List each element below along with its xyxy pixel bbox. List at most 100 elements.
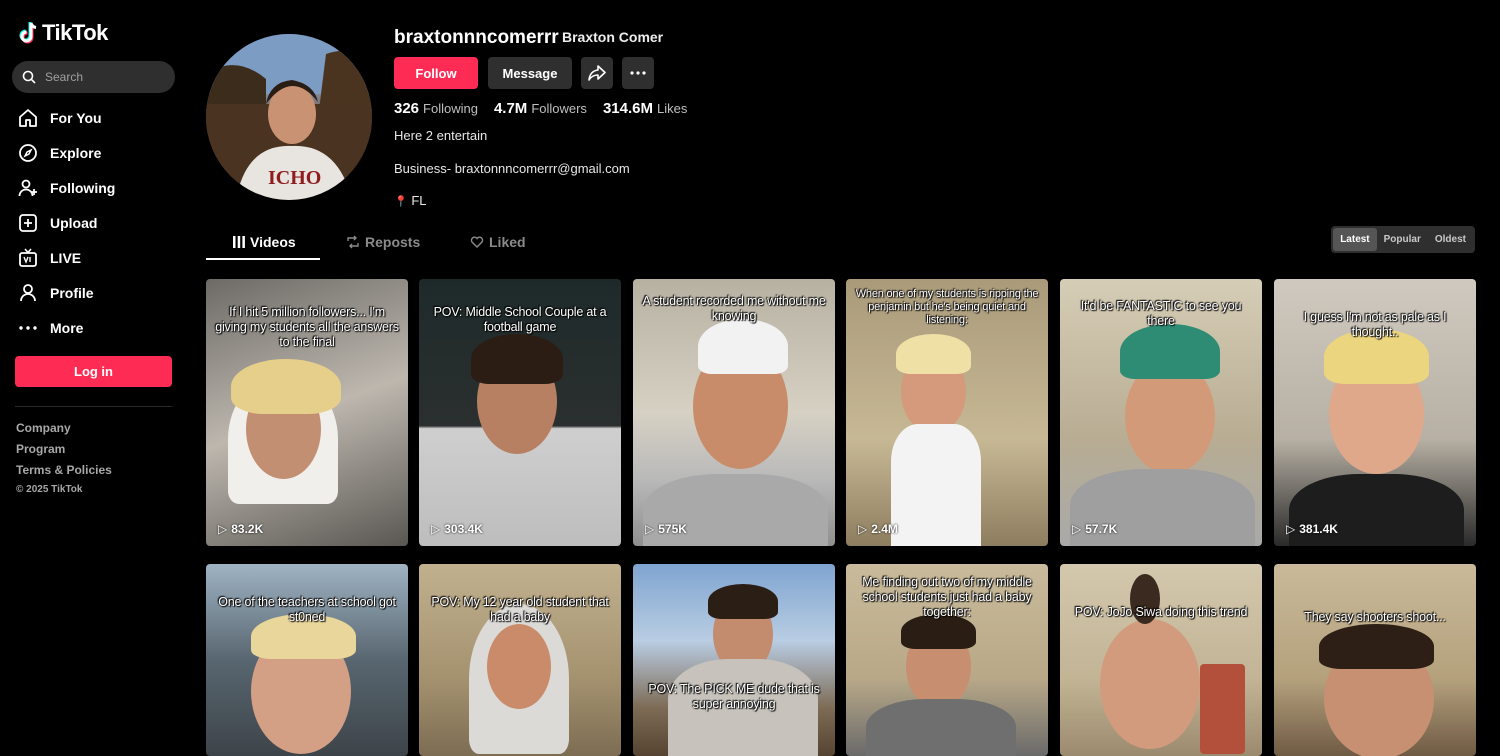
video-caption: I guess I'm not as pale as I thought.. xyxy=(1303,310,1447,339)
video-thumbnail-cap xyxy=(698,319,788,374)
nav-more[interactable]: More xyxy=(18,310,178,345)
nav-label: Profile xyxy=(50,284,94,301)
sort-latest[interactable]: Latest xyxy=(1333,228,1377,251)
nav-label: More xyxy=(50,319,84,336)
nav-for-you[interactable]: For You xyxy=(18,100,178,135)
plus-square-icon xyxy=(19,213,37,232)
video-card[interactable]: If I hit 5 million followers... I'm givi… xyxy=(206,279,408,546)
view-count: 83.2K xyxy=(231,522,264,536)
video-card[interactable]: It'd be FANTASTIC to see you there ▷ 57.7… xyxy=(1060,279,1262,546)
tiktok-logo[interactable]: TikTok xyxy=(18,20,108,46)
video-thumbnail-face xyxy=(487,624,551,709)
video-thumbnail-hair xyxy=(231,359,341,414)
nav-label: For You xyxy=(50,109,102,126)
video-card[interactable]: POV: The PICK ME dude that is super anno… xyxy=(633,564,835,756)
video-thumbnail-tank xyxy=(891,424,981,546)
repost-icon xyxy=(347,235,359,249)
video-views: ▷ 381.4K xyxy=(1286,522,1338,536)
tiktok-note-icon xyxy=(19,22,37,44)
followers-count: 4.7M xyxy=(493,100,528,117)
likes-stat: 314.6M Likes xyxy=(603,100,687,118)
ellipsis-icon xyxy=(19,325,37,330)
likes-count: 314.6M xyxy=(602,100,653,117)
tv-icon xyxy=(19,247,37,267)
sort-oldest[interactable]: Oldest xyxy=(1428,228,1473,251)
nav-following[interactable]: Following xyxy=(18,170,178,205)
video-card[interactable]: A student recorded me without me knowing… xyxy=(633,279,835,546)
profile-avatar[interactable]: ICHO xyxy=(206,34,372,200)
nav-live[interactable]: LIVE xyxy=(18,240,178,275)
active-tab-indicator xyxy=(206,258,320,260)
video-views: ▷ 575K xyxy=(645,522,687,536)
location-text: FL xyxy=(411,193,427,208)
following-stat[interactable]: 326 Following xyxy=(394,100,478,118)
video-caption: Me finding out two of my middle school s… xyxy=(862,575,1032,619)
bio-location: 📍 FL xyxy=(394,193,427,208)
profile-tabs: Videos Reposts Liked Latest Popular Olde… xyxy=(206,226,1475,260)
location-pin-icon: 📍 xyxy=(394,196,408,208)
video-caption: POV: My 12 year old student that had a b… xyxy=(431,595,609,624)
view-count: 381.4K xyxy=(1299,522,1338,536)
play-icon: ▷ xyxy=(858,522,868,536)
footer-link-program[interactable]: Program xyxy=(16,442,112,463)
search-box[interactable] xyxy=(12,61,175,93)
video-views: ▷ 2.4M xyxy=(858,522,898,536)
followers-stat[interactable]: 4.7M Followers xyxy=(494,100,587,118)
video-caption: If I hit 5 million followers... I'm givi… xyxy=(215,305,399,349)
search-icon xyxy=(22,70,36,84)
following-label: Following xyxy=(423,101,478,116)
compass-icon xyxy=(19,143,37,162)
footer-link-company[interactable]: Company xyxy=(16,421,112,442)
video-card[interactable]: When one of my students is ripping the p… xyxy=(846,279,1048,546)
followers-label: Followers xyxy=(531,101,587,116)
profile-username: braxtonnncomerrr xyxy=(394,27,559,48)
sidebar: TikTok For You Explore Following Upload … xyxy=(0,0,188,756)
video-card[interactable]: POV: Middle School Couple at a football … xyxy=(419,279,621,546)
nav-upload[interactable]: Upload xyxy=(18,205,178,240)
sort-popular[interactable]: Popular xyxy=(1377,228,1428,251)
share-button[interactable] xyxy=(581,57,613,89)
share-icon xyxy=(588,65,606,81)
tab-label: Videos xyxy=(250,234,296,250)
search-input[interactable] xyxy=(45,70,155,84)
tab-videos[interactable]: Videos xyxy=(233,234,296,250)
tab-reposts[interactable]: Reposts xyxy=(346,234,420,250)
video-card[interactable]: I guess I'm not as pale as I thought.. ▷… xyxy=(1274,279,1476,546)
video-thumbnail-hair xyxy=(708,584,778,619)
nav-label: Following xyxy=(50,179,116,196)
follow-button[interactable]: Follow xyxy=(394,57,478,89)
video-caption: One of the teachers at school got st0ned xyxy=(218,595,396,624)
user-plus-icon xyxy=(18,179,37,196)
video-card[interactable]: POV: JoJo Siwa doing this trend xyxy=(1060,564,1262,756)
footer-link-terms[interactable]: Terms & Policies xyxy=(16,463,112,484)
video-card[interactable]: They say shooters shoot... xyxy=(1274,564,1476,756)
view-count: 303.4K xyxy=(444,522,483,536)
video-caption: It'd be FANTASTIC to see you there xyxy=(1080,299,1242,328)
bio-business-email: Business- braxtonnncomerrr@gmail.com xyxy=(394,161,630,176)
svg-text:ICHO: ICHO xyxy=(268,167,321,189)
video-views: ▷ 303.4K xyxy=(431,522,483,536)
nav-explore[interactable]: Explore xyxy=(18,135,178,170)
video-thumbnail-hair xyxy=(896,334,971,374)
home-icon xyxy=(19,108,37,127)
video-views: ▷ 83.2K xyxy=(218,522,263,536)
nav-profile[interactable]: Profile xyxy=(18,275,178,310)
more-options-button[interactable] xyxy=(622,57,654,89)
play-icon: ▷ xyxy=(1286,522,1296,536)
video-caption: POV: Middle School Couple at a football … xyxy=(433,305,607,334)
heart-lock-icon xyxy=(470,236,484,248)
video-card[interactable]: One of the teachers at school got st0ned xyxy=(206,564,408,756)
bio-line: Here 2 entertain xyxy=(394,128,488,143)
nav-label: Explore xyxy=(50,144,102,161)
message-button[interactable]: Message xyxy=(488,57,572,89)
following-count: 326 xyxy=(394,100,420,117)
tab-liked[interactable]: Liked xyxy=(470,234,526,250)
sidebar-nav: For You Explore Following Upload LIVE Pr… xyxy=(18,100,178,345)
video-card[interactable]: Me finding out two of my middle school s… xyxy=(846,564,1048,756)
nav-label: LIVE xyxy=(50,249,82,266)
play-icon: ▷ xyxy=(1072,522,1082,536)
video-thumbnail-hoodie xyxy=(866,699,1016,756)
login-button[interactable]: Log in xyxy=(15,356,172,387)
video-caption: They say shooters shoot... xyxy=(1304,610,1446,624)
video-card[interactable]: POV: My 12 year old student that had a b… xyxy=(419,564,621,756)
